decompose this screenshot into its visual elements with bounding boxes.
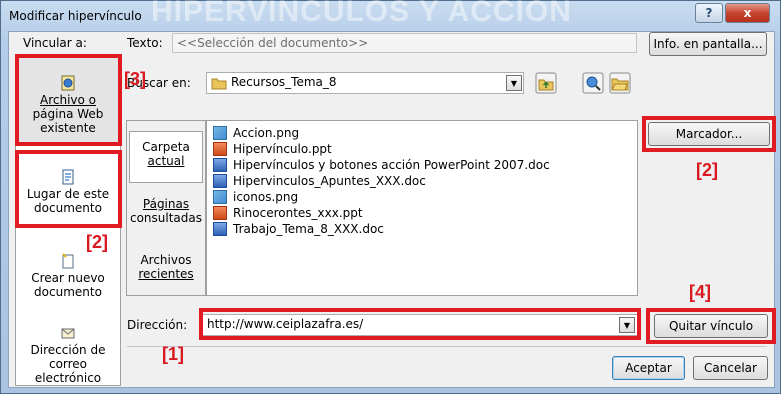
tab-current-folder-line2: actual <box>147 154 185 168</box>
annotation-box-2a <box>15 150 122 228</box>
link-new-line1: Crear nuevo <box>31 271 105 285</box>
look-in-combo[interactable]: Recursos_Tema_8 <box>206 72 524 94</box>
annotation-box-4 <box>646 308 776 344</box>
file-list-item[interactable]: Trabajo_Tema_8_XXX.doc <box>213 221 384 237</box>
tab-browsed-pages[interactable]: Páginas consultadas <box>129 193 203 233</box>
tab-recent-files-line1: Archivos <box>140 253 192 267</box>
link-new-line2: documento <box>34 285 102 299</box>
annotation-box-2b <box>642 116 776 152</box>
file-list-item[interactable]: Hipervínculo.ppt <box>213 141 332 157</box>
link-email-button[interactable]: Dirección de correo electrónico <box>16 325 120 387</box>
annotation-label-2a: [2] <box>86 232 108 252</box>
link-email-line1: Dirección de <box>30 343 106 357</box>
text-label: Texto: <box>127 36 163 50</box>
tab-recent-files[interactable]: Archivos recientes <box>129 249 203 289</box>
file-name: Accion.png <box>233 126 300 140</box>
tab-recent-files-line2: recientes <box>138 267 194 281</box>
powerpoint-file-icon <box>213 142 227 156</box>
file-name: Trabajo_Tema_8_XXX.doc <box>233 222 384 236</box>
look-in-value: Recursos_Tema_8 <box>231 75 337 89</box>
cancel-button[interactable]: Cancelar <box>693 356 768 380</box>
tab-current-folder[interactable]: Carpeta actual <box>129 131 203 183</box>
tab-browsed-pages-line1: Páginas <box>142 197 190 211</box>
annotation-box-1 <box>199 308 641 340</box>
folder-icon <box>211 78 227 90</box>
tab-browsed-pages-line2: consultadas <box>129 211 203 225</box>
look-in-dropdown-arrow[interactable]: ▼ <box>506 75 522 91</box>
dialog-title: Modificar hipervínculo <box>9 9 142 23</box>
ok-button[interactable]: Aceptar <box>612 356 685 380</box>
file-name: Rinocerontes_xxx.ppt <box>233 206 363 220</box>
browse-web-icon[interactable] <box>582 72 604 94</box>
up-folder-icon[interactable] <box>535 72 557 94</box>
file-list-item[interactable]: Accion.png <box>213 125 299 141</box>
file-list-item[interactable]: Rinocerontes_xxx.ppt <box>213 205 363 221</box>
new-document-icon <box>62 253 74 269</box>
file-name: iconos.png <box>233 190 299 204</box>
browse-tabs-pane: Carpeta actual Páginas consultadas Archi… <box>126 120 206 296</box>
file-name: Hipervínculos y botones acción PowerPoin… <box>233 158 550 172</box>
link-to-label: Vincular a: <box>23 36 87 50</box>
file-list[interactable]: Accion.png Hipervínculo.ppt Hipervínculo… <box>206 120 638 296</box>
file-list-item[interactable]: Hipervinculos_Apuntes_XXX.doc <box>213 173 426 189</box>
link-new-document-button[interactable]: Crear nuevo documento <box>16 249 120 311</box>
screentip-button[interactable]: Info. en pantalla... <box>649 32 767 56</box>
annotation-label-1: [1] <box>162 344 184 364</box>
address-label: Dirección: <box>127 318 188 332</box>
file-name: Hipervínculo.ppt <box>233 142 332 156</box>
email-icon <box>61 328 75 339</box>
title-bar[interactable]: HIPERVÍNCULOS Y ACCIÓN Modificar hiperví… <box>1 0 780 31</box>
image-file-icon <box>213 126 227 140</box>
file-list-item[interactable]: iconos.png <box>213 189 298 205</box>
annotation-label-4: [4] <box>689 282 711 302</box>
text-to-display-field[interactable]: <<Selección del documento>> <box>172 33 637 53</box>
title-background-text: HIPERVÍNCULOS Y ACCIÓN <box>151 0 572 28</box>
link-email-line2: correo <box>48 357 88 371</box>
tab-current-folder-line1: Carpeta <box>142 140 190 154</box>
annotation-label-2b: [2] <box>696 160 718 180</box>
dialog-window: HIPERVÍNCULOS Y ACCIÓN Modificar hiperví… <box>0 0 781 394</box>
word-file-icon <box>213 222 227 236</box>
word-file-icon <box>213 158 227 172</box>
annotation-box-3 <box>15 54 122 146</box>
dialog-client-area: Vincular a: Archivo o página Web existen… <box>8 31 776 388</box>
link-email-line3: electrónico <box>34 371 102 385</box>
image-file-icon <box>213 190 227 204</box>
browse-file-icon[interactable] <box>609 72 631 94</box>
file-list-item[interactable]: Hipervínculos y botones acción PowerPoin… <box>213 157 550 173</box>
close-button[interactable]: x <box>725 3 770 23</box>
file-name: Hipervinculos_Apuntes_XXX.doc <box>233 174 426 188</box>
word-file-icon <box>213 174 227 188</box>
annotation-label-3: [3] <box>124 69 146 89</box>
separator <box>127 346 767 347</box>
help-button[interactable]: ? <box>695 3 723 23</box>
powerpoint-file-icon <box>213 206 227 220</box>
